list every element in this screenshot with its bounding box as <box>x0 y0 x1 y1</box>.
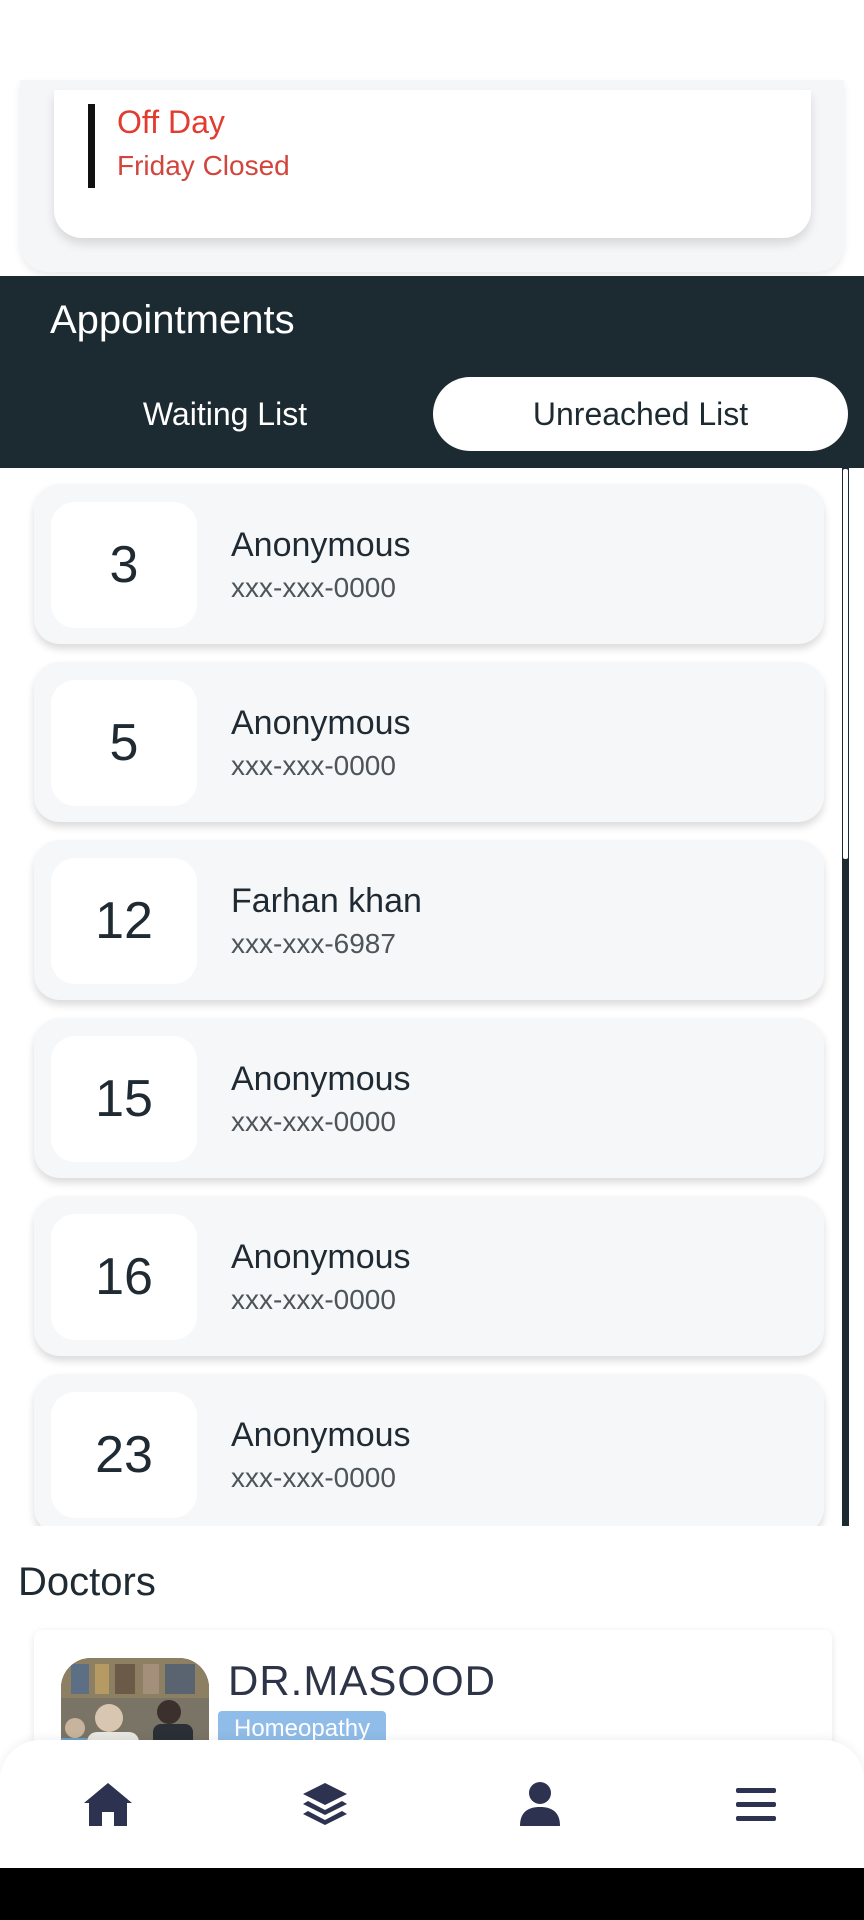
menu-icon <box>736 1788 776 1821</box>
patient-name: Anonymous <box>231 1060 411 1098</box>
patient-phone: xxx-xxx-0000 <box>231 1462 396 1493</box>
patient-phone: xxx-xxx-0000 <box>231 572 396 603</box>
nav-menu[interactable] <box>728 1776 784 1832</box>
scrollbar-thumb[interactable] <box>842 468 849 860</box>
home-icon <box>84 1783 132 1826</box>
doctor-name: DR.MASOOD <box>228 1657 497 1704</box>
off-day-title: Off Day <box>117 104 225 140</box>
token-number: 5 <box>51 680 197 806</box>
nav-layers[interactable] <box>297 1776 353 1832</box>
appointment-card[interactable]: 3 Anonymous xxx-xxx-0000 <box>34 484 824 644</box>
system-navigation-bar <box>0 1868 864 1920</box>
nav-profile[interactable] <box>512 1776 568 1832</box>
patient-phone: xxx-xxx-6987 <box>231 928 396 959</box>
appointment-card[interactable]: 5 Anonymous xxx-xxx-0000 <box>34 662 824 822</box>
patient-phone: xxx-xxx-0000 <box>231 750 396 781</box>
token-number: 15 <box>51 1036 197 1162</box>
appointment-card[interactable]: 23 Anonymous xxx-xxx-0000 <box>34 1374 824 1526</box>
off-day-accent-bar <box>88 104 95 188</box>
patient-name: Anonymous <box>231 704 411 742</box>
appointment-card[interactable]: 15 Anonymous xxx-xxx-0000 <box>34 1018 824 1178</box>
appointments-list[interactable]: 3 Anonymous xxx-xxx-0000 5 Anonymous xxx… <box>0 468 864 1526</box>
appointment-card[interactable]: 16 Anonymous xxx-xxx-0000 <box>34 1196 824 1356</box>
bottom-navigation <box>0 1740 864 1868</box>
patient-name: Anonymous <box>231 1238 411 1276</box>
appointment-card[interactable]: 12 Farhan khan xxx-xxx-6987 <box>34 840 824 1000</box>
user-icon <box>520 1782 560 1826</box>
token-number: 3 <box>51 502 197 628</box>
token-number: 23 <box>51 1392 197 1518</box>
patient-name: Anonymous <box>231 1416 411 1454</box>
appointments-title: Appointments <box>50 298 295 342</box>
token-number: 12 <box>51 858 197 984</box>
token-number: 16 <box>51 1214 197 1340</box>
patient-name: Anonymous <box>231 526 411 564</box>
doctors-section-title: Doctors <box>18 1560 156 1604</box>
tab-unreached-list[interactable]: Unreached List <box>433 377 848 451</box>
appointments-header: Appointments Waiting List Unreached List <box>0 276 864 468</box>
patient-phone: xxx-xxx-0000 <box>231 1284 396 1315</box>
off-day-subtitle: Friday Closed <box>117 150 290 181</box>
nav-home[interactable] <box>80 1776 136 1832</box>
patient-phone: xxx-xxx-0000 <box>231 1106 396 1137</box>
patient-name: Farhan khan <box>231 882 422 920</box>
layers-icon <box>303 1783 347 1825</box>
tab-waiting-list[interactable]: Waiting List <box>20 377 430 451</box>
